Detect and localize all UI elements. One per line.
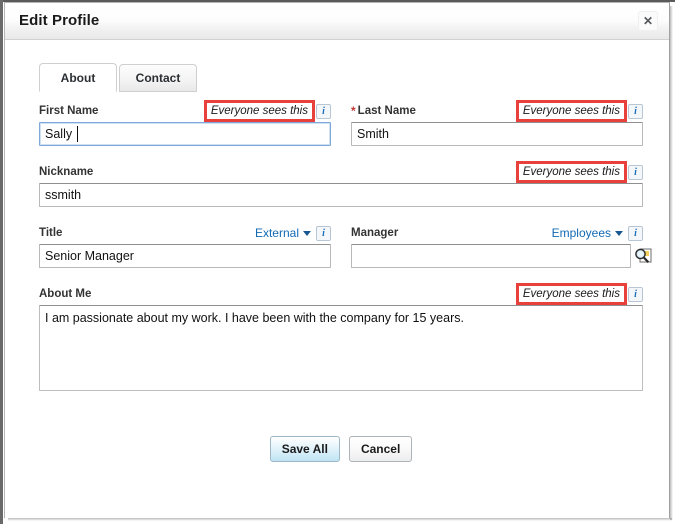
field-title: Title External i [39, 222, 331, 268]
last-name-input[interactable] [351, 122, 643, 146]
save-all-button[interactable]: Save All [269, 436, 340, 462]
manager-header: Manager Employees i [351, 222, 643, 244]
field-nickname: Nickname Everyone sees this i [39, 161, 643, 207]
nickname-visibility[interactable]: Everyone sees this [515, 161, 628, 183]
about-me-header-right: Everyone sees this i [515, 283, 643, 305]
title-input-wrap [39, 244, 331, 268]
dialog-button-row: Save All Cancel [39, 436, 643, 462]
row-spacer [39, 268, 643, 283]
manager-audience-value: Employees [551, 226, 611, 240]
edit-profile-dialog: Edit Profile ✕ About Contact First Name … [4, 2, 670, 518]
title-input[interactable] [39, 244, 331, 268]
title-header: Title External i [39, 222, 331, 244]
manager-audience-picker[interactable]: Employees [552, 226, 623, 240]
nickname-input[interactable] [39, 183, 643, 207]
about-me-label: About Me [39, 288, 92, 300]
last-name-input-wrap [351, 122, 643, 146]
row-spacer [39, 207, 643, 222]
nickname-input-wrap [39, 183, 643, 207]
info-icon[interactable]: i [316, 225, 331, 241]
field-about-me: About Me Everyone sees this i [39, 283, 643, 396]
dialog-body: About Contact First Name Everyone sees t… [5, 40, 669, 518]
first-name-label: First Name [39, 105, 99, 117]
about-me-textarea[interactable] [39, 305, 643, 391]
lookup-magnifier-icon[interactable] [634, 246, 653, 266]
nickname-header: Nickname Everyone sees this i [39, 161, 643, 183]
first-name-header: First Name Everyone sees this i [39, 100, 331, 122]
title-header-right: External i [255, 222, 331, 244]
dialog-titlebar: Edit Profile ✕ [5, 3, 669, 40]
form-row-about-me: About Me Everyone sees this i [39, 283, 643, 396]
title-label: Title [39, 227, 63, 239]
chevron-down-icon [303, 231, 311, 237]
first-name-header-right: Everyone sees this i [203, 100, 331, 122]
cancel-button[interactable]: Cancel [348, 436, 413, 462]
tab-about-label: About [60, 70, 96, 85]
window-shadow-bottom [8, 518, 672, 521]
info-icon[interactable]: i [316, 103, 331, 119]
info-icon[interactable]: i [628, 286, 643, 302]
manager-label: Manager [351, 227, 399, 239]
field-first-name: First Name Everyone sees this i [39, 100, 331, 146]
tab-about[interactable]: About [39, 63, 117, 92]
form-row-title-manager: Title External i Manager Employ [39, 222, 652, 268]
text-cursor [77, 126, 78, 142]
title-audience-value: External [254, 226, 299, 240]
field-manager: Manager Employees i [351, 222, 652, 268]
manager-header-right: Employees i [552, 222, 643, 244]
title-audience-picker[interactable]: External [255, 226, 311, 240]
about-me-header: About Me Everyone sees this i [39, 283, 643, 305]
field-last-name: * Last Name Everyone sees this i [351, 100, 643, 146]
required-marker: * [351, 104, 356, 118]
last-name-header-right: Everyone sees this i [515, 100, 643, 122]
first-name-input-wrap [39, 122, 331, 146]
window-outer-edge-left [0, 0, 3, 524]
tab-contact-label: Contact [135, 71, 181, 85]
info-icon[interactable]: i [628, 103, 643, 119]
window-shadow-right [670, 6, 673, 520]
last-name-header: * Last Name Everyone sees this i [351, 100, 643, 122]
about-me-visibility[interactable]: Everyone sees this [515, 283, 628, 305]
last-name-label: Last Name [357, 105, 416, 117]
last-name-visibility[interactable]: Everyone sees this [515, 100, 628, 122]
tab-contact[interactable]: Contact [119, 64, 197, 92]
first-name-visibility[interactable]: Everyone sees this [203, 100, 316, 122]
tab-bar: About Contact [39, 62, 197, 92]
dialog-title: Edit Profile [19, 12, 100, 29]
close-icon[interactable]: ✕ [638, 11, 658, 31]
manager-input-wrap [351, 244, 652, 268]
form-row-names: First Name Everyone sees this i * [39, 100, 643, 146]
profile-form: First Name Everyone sees this i * [39, 100, 652, 462]
info-icon[interactable]: i [628, 225, 643, 241]
form-row-nickname: Nickname Everyone sees this i [39, 161, 643, 207]
row-spacer [39, 146, 643, 161]
info-icon[interactable]: i [628, 164, 643, 180]
manager-input[interactable] [351, 244, 631, 268]
nickname-label: Nickname [39, 166, 94, 178]
tab-underline [39, 90, 643, 91]
nickname-header-right: Everyone sees this i [515, 161, 643, 183]
first-name-input[interactable] [39, 122, 331, 146]
chevron-down-icon [615, 231, 623, 237]
